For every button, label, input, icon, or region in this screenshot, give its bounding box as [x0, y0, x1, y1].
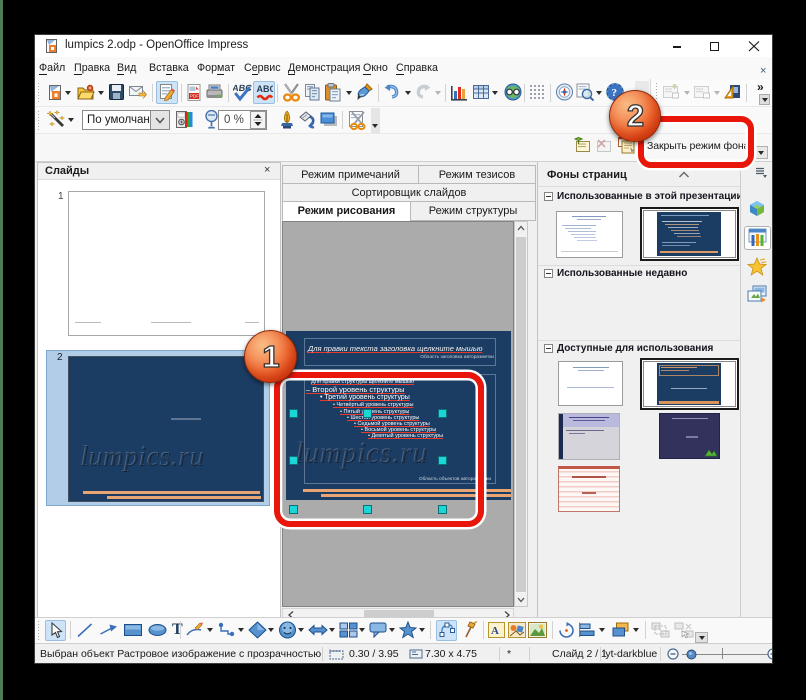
- svg-text:PDF: PDF: [190, 94, 199, 99]
- svg-text:A: A: [491, 625, 499, 637]
- svg-text:ABC: ABC: [257, 84, 274, 94]
